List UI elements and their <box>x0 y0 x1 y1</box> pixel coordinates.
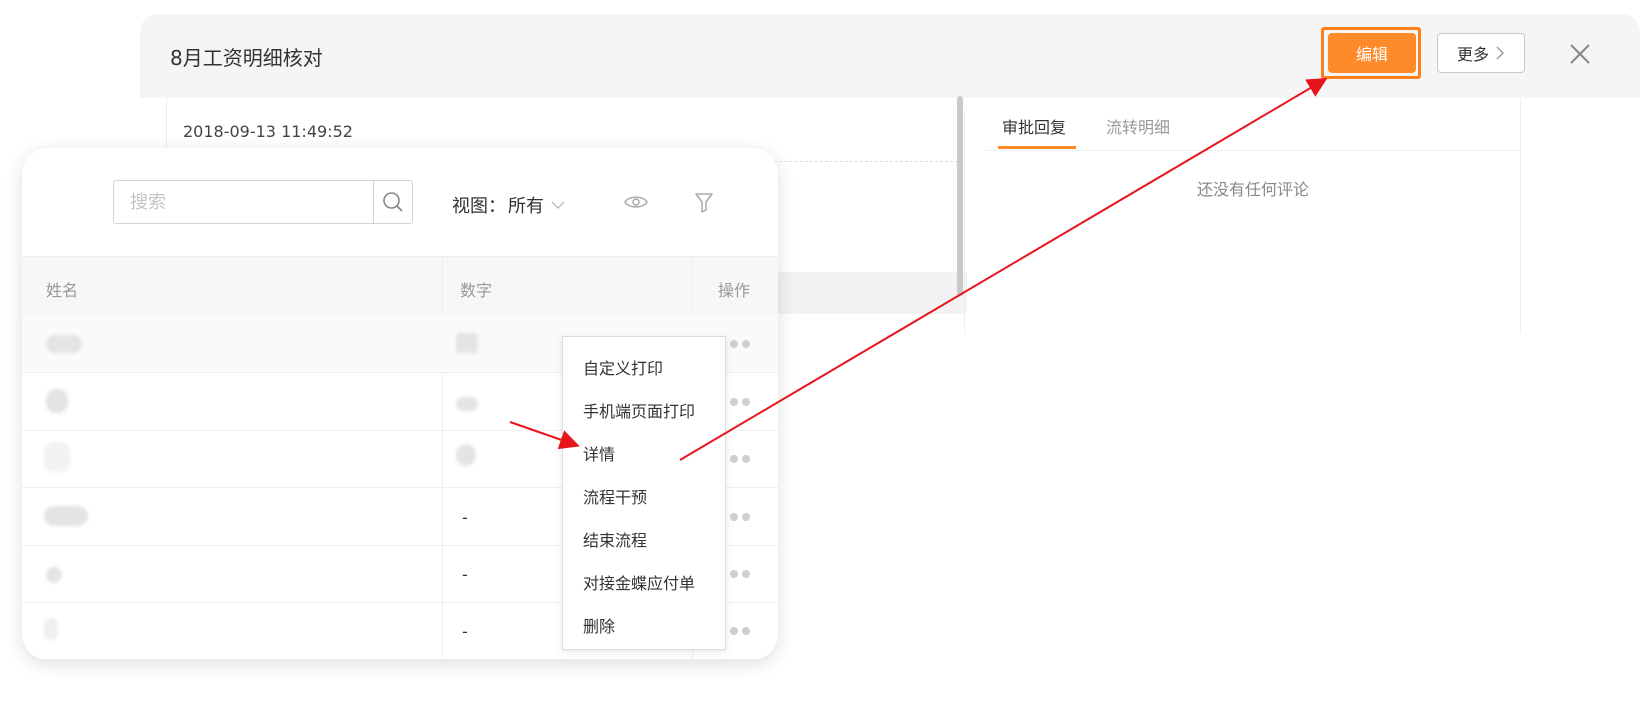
menu-item-kingdee-payable[interactable]: 对接金蝶应付单 <box>583 570 695 594</box>
view-selector[interactable]: 视图： 所有 <box>452 192 566 218</box>
record-timestamp: 2018-09-13 11:49:52 <box>183 122 353 141</box>
row-actions-icon[interactable] <box>730 398 770 408</box>
row-actions-icon[interactable] <box>730 340 770 350</box>
blurred-number <box>456 444 476 466</box>
blurred-name <box>44 442 70 472</box>
divider <box>964 110 965 334</box>
search-box <box>113 180 413 224</box>
chevron-right-icon <box>1496 46 1504 60</box>
blurred-name <box>46 567 62 583</box>
row-context-menu: 自定义打印 手机端页面打印 详情 流程干预 结束流程 对接金蝶应付单 删除 <box>562 336 726 650</box>
form-field-placeholder <box>777 272 967 314</box>
active-tab-indicator <box>998 146 1076 149</box>
comment-tabs: 审批回复 流转明细 <box>986 98 1520 151</box>
tab-flow-detail[interactable]: 流转明细 <box>1106 114 1170 138</box>
view-value: 所有 <box>508 196 544 217</box>
row-actions-icon[interactable] <box>730 570 770 580</box>
dialog-title: 8月工资明细核对 <box>170 46 323 70</box>
row-actions-icon[interactable] <box>730 513 770 523</box>
blurred-name <box>46 335 82 353</box>
number-cell: - <box>462 622 468 641</box>
column-header-actions: 操作 <box>718 281 751 300</box>
blurred-name <box>44 506 88 526</box>
menu-item-custom-print[interactable]: 自定义打印 <box>583 355 663 379</box>
blurred-name <box>46 389 68 413</box>
number-cell: - <box>462 508 468 527</box>
table-header: 姓名 数字 操作 <box>22 256 778 316</box>
menu-item-end-process[interactable]: 结束流程 <box>583 527 647 551</box>
column-header-name[interactable]: 姓名 <box>46 277 78 301</box>
dialog-header: 8月工资明细核对 编辑 更多 <box>140 14 1640 98</box>
row-actions-icon[interactable] <box>730 455 770 465</box>
menu-item-process-intervene[interactable]: 流程干预 <box>583 484 647 508</box>
close-icon[interactable] <box>1566 40 1594 68</box>
filter-icon[interactable] <box>694 192 714 214</box>
scrollbar[interactable] <box>957 96 963 296</box>
row-actions-icon[interactable] <box>730 627 770 637</box>
number-cell: - <box>462 565 468 584</box>
more-button-label: 更多 <box>1456 45 1489 64</box>
blurred-number <box>456 333 478 353</box>
empty-comment-message: 还没有任何评论 <box>1196 180 1309 199</box>
search-icon <box>383 192 403 212</box>
view-label: 视图： <box>452 196 506 217</box>
edit-button[interactable]: 编辑 <box>1328 33 1416 73</box>
eye-icon[interactable] <box>624 194 648 210</box>
search-button[interactable] <box>373 181 412 223</box>
search-input[interactable] <box>114 181 376 223</box>
tab-approval-reply[interactable]: 审批回复 <box>1002 114 1066 138</box>
column-header-number[interactable]: 数字 <box>460 277 492 301</box>
blurred-name <box>44 618 58 640</box>
more-button[interactable]: 更多 <box>1437 33 1525 73</box>
blurred-number <box>456 397 478 411</box>
menu-item-mobile-print[interactable]: 手机端页面打印 <box>583 398 695 422</box>
dialog-comment-pane: 审批回复 流转明细 还没有任何评论 <box>986 98 1521 334</box>
chevron-down-icon <box>551 201 565 209</box>
menu-item-delete[interactable]: 删除 <box>583 613 615 637</box>
menu-item-details[interactable]: 详情 <box>583 441 615 465</box>
